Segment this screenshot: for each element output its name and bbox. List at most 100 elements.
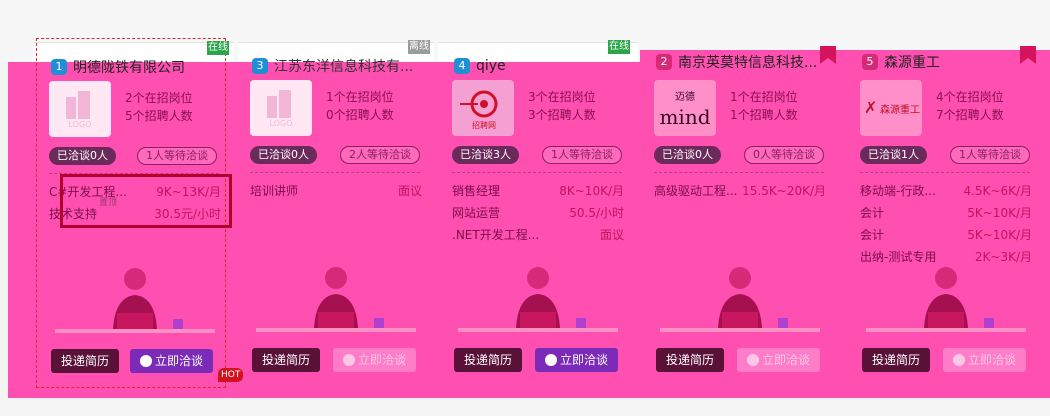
chat-now-button[interactable]: 立即洽谈	[129, 349, 213, 373]
company-logo: LOGO	[250, 80, 312, 136]
chat-now-label: 立即洽谈	[761, 353, 810, 367]
company-card[interactable]: 4 qiye 在线 招聘网 3个在招岗位 3个招聘人数 已洽谈3人 1人等待洽谈…	[440, 38, 630, 388]
job-row[interactable]: .NET开发工程... 面议	[452, 224, 624, 246]
rank-badge: 1	[51, 59, 67, 75]
company-title[interactable]: 4 qiye	[454, 56, 624, 76]
submit-resume-button[interactable]: 投递简历	[454, 348, 523, 372]
waiting-count: 2人等待洽谈	[340, 146, 420, 164]
job-salary: 15.5K~20K/月	[742, 184, 826, 198]
job-row[interactable]: 会计 5K~10K/月	[860, 202, 1032, 224]
job-title[interactable]: 培训讲师	[250, 180, 298, 202]
job-list: 移动端-行政... 4.5K~6K/月 会计 5K~10K/月 会计 5K~10K/月…	[860, 180, 1032, 268]
positions-count: 1个在招岗位	[730, 90, 798, 104]
divider	[452, 172, 622, 173]
company-name[interactable]: 明德陇铁有限公司	[73, 57, 185, 77]
company-title[interactable]: 2 南京英莫特信息科技...	[656, 52, 826, 72]
job-title[interactable]: 会计	[860, 224, 884, 246]
chat-now-label: 立即洽谈	[559, 353, 608, 367]
chat-now-label: 立即洽谈	[967, 353, 1016, 367]
chat-now-button[interactable]: 立即洽谈	[942, 348, 1026, 372]
waiting-count: 1人等待洽谈	[542, 146, 622, 164]
job-row[interactable]: 高级驱动工程... 15.5K~20K/月	[654, 180, 826, 202]
chat-now-label: 立即洽谈	[357, 353, 406, 367]
positions-count: 3个在招岗位	[528, 90, 596, 104]
company-card[interactable]: 5 森源重工 ✗ 森源重工 4个在招岗位 7个招聘人数 已洽谈1人 1人等待洽谈…	[848, 38, 1038, 388]
svg-text:mind: mind	[659, 105, 710, 129]
offline-bookmark-icon	[820, 46, 836, 64]
submit-resume-button[interactable]: 投递简历	[656, 348, 725, 372]
job-title[interactable]: .NET开发工程...	[452, 224, 539, 246]
status-badge: 离线	[408, 40, 430, 54]
chatted-count: 已洽谈0人	[49, 147, 116, 165]
job-salary: 5K~10K/月	[967, 228, 1032, 242]
hires-count: 1个招聘人数	[730, 108, 798, 122]
chat-icon	[952, 354, 965, 366]
chatted-count: 已洽谈0人	[250, 146, 317, 164]
job-row[interactable]: 移动端-行政... 4.5K~6K/月	[860, 180, 1032, 202]
svg-text:LOGO: LOGO	[69, 120, 92, 129]
company-logo-mark: 迈德 mind	[659, 90, 710, 129]
hires-count: 7个招聘人数	[936, 108, 1004, 122]
chatted-count: 已洽谈0人	[654, 146, 721, 164]
job-title[interactable]: 高级驱动工程...	[654, 180, 737, 202]
job-title[interactable]: 销售经理	[452, 180, 500, 202]
waiting-count: 1人等待洽谈	[950, 146, 1030, 164]
company-name[interactable]: 江苏东洋信息科技有...	[274, 56, 413, 76]
waiting-count: 1人等待洽谈	[137, 147, 217, 165]
company-name[interactable]: qiye	[476, 58, 506, 74]
company-logo: ✗ 森源重工	[860, 80, 922, 136]
chat-now-button[interactable]: 立即洽谈	[736, 348, 820, 372]
rank-badge: 2	[656, 54, 672, 70]
rank-badge: 4	[454, 58, 470, 74]
job-row[interactable]: 网站运营 50.5/小时	[452, 202, 624, 224]
status-badge: 在线	[207, 41, 229, 55]
job-salary: 面议	[397, 184, 422, 198]
chat-now-label: 立即洽谈	[154, 354, 203, 368]
recruit-counts: 2个在招岗位 5个招聘人数	[125, 89, 193, 125]
job-salary: 50.5/小时	[569, 206, 624, 220]
job-title[interactable]: 移动端-行政...	[860, 180, 936, 202]
svg-text:LOGO: LOGO	[270, 119, 293, 128]
waiting-count: 0人等待洽谈	[744, 146, 824, 164]
chat-now-button[interactable]: 立即洽谈	[332, 348, 416, 372]
recruit-counts: 3个在招岗位 3个招聘人数	[528, 88, 596, 124]
hires-count: 0个招聘人数	[326, 108, 394, 122]
positions-count: 1个在招岗位	[326, 90, 394, 104]
svg-text:迈德: 迈德	[675, 90, 695, 103]
job-row[interactable]: 销售经理 8K~10K/月	[452, 180, 624, 202]
svg-text:✗: ✗	[864, 98, 877, 117]
building-icon: LOGO	[66, 91, 92, 129]
submit-resume-button[interactable]: 投递简历	[51, 349, 120, 373]
recruiter-illustration	[866, 267, 1026, 332]
offline-bookmark-icon	[1020, 46, 1036, 64]
chat-now-button[interactable]: 立即洽谈	[534, 348, 618, 372]
company-card[interactable]: 2 南京英莫特信息科技... 迈德 mind 1个在招岗位 1个招聘人数 已洽谈…	[642, 38, 836, 388]
recruit-counts: 4个在招岗位 7个招聘人数	[936, 88, 1004, 124]
recruiter-illustration	[55, 268, 215, 333]
submit-resume-button[interactable]: 投递简历	[862, 348, 931, 372]
job-title[interactable]: 会计	[860, 202, 884, 224]
job-title[interactable]: 网站运营	[452, 202, 500, 224]
company-title[interactable]: 1 明德陇铁有限公司	[51, 57, 221, 77]
status-badge: 在线	[608, 40, 630, 54]
hires-count: 5个招聘人数	[125, 109, 193, 123]
divider	[860, 172, 1030, 173]
rank-badge: 3	[252, 58, 268, 74]
company-title[interactable]: 3 江苏东洋信息科技有...	[252, 56, 422, 76]
job-list: 培训讲师 面议	[250, 180, 422, 202]
company-logo: 招聘网	[452, 80, 514, 136]
divider	[250, 172, 420, 173]
company-logo: LOGO	[49, 81, 111, 137]
job-row[interactable]: 会计 5K~10K/月	[860, 224, 1032, 246]
company-title[interactable]: 5 森源重工	[862, 52, 1032, 72]
chat-icon	[139, 355, 152, 367]
company-card[interactable]: 3 江苏东洋信息科技有... 离线 LOGO 1个在招岗位 0个招聘人数 已洽谈…	[238, 38, 430, 388]
company-name[interactable]: 南京英莫特信息科技...	[678, 52, 817, 72]
company-name[interactable]: 森源重工	[884, 52, 940, 72]
hires-count: 3个招聘人数	[528, 108, 596, 122]
job-row[interactable]: 培训讲师 面议	[250, 180, 422, 202]
chat-icon	[342, 354, 355, 366]
submit-resume-button[interactable]: 投递简历	[252, 348, 321, 372]
recruiter-illustration	[458, 267, 618, 332]
recruit-counts: 1个在招岗位 0个招聘人数	[326, 88, 394, 124]
